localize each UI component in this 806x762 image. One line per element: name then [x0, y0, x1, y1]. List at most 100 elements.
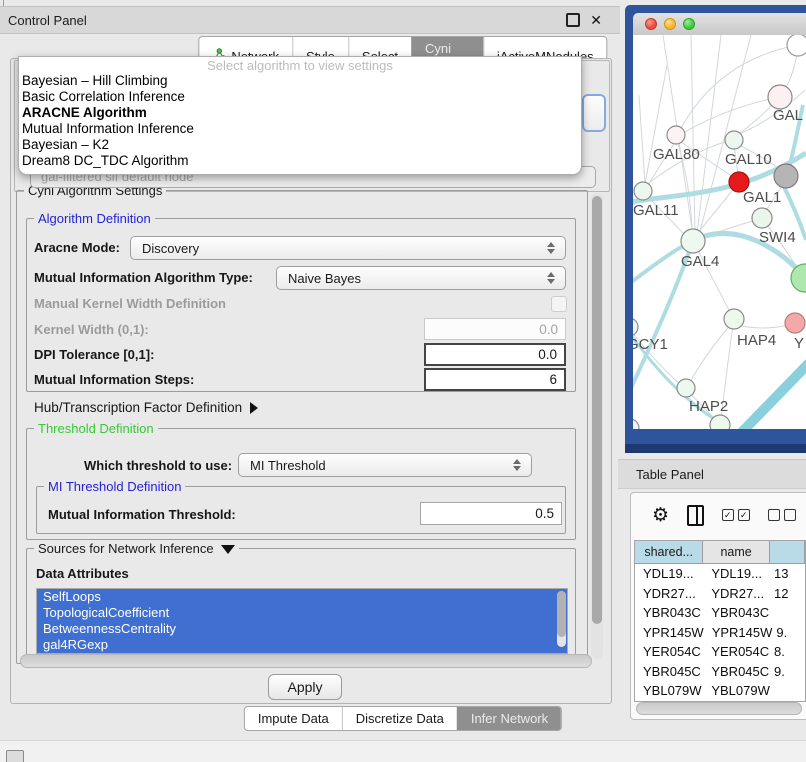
node-label-gal: GAL — [773, 107, 803, 124]
network-node-swi4[interactable] — [752, 208, 772, 228]
attribute-item-topologicalcoefficient[interactable]: TopologicalCoefficient — [37, 605, 567, 621]
network-node-gcy1[interactable] — [633, 318, 638, 336]
network-node-gal11[interactable] — [634, 182, 652, 200]
mi-type-combo[interactable]: Naive Bayes — [276, 266, 566, 290]
table-cell[interactable]: YBL079W — [635, 681, 703, 701]
table-row[interactable]: YDL19...YDL19...13 — [635, 564, 805, 584]
table-cell[interactable]: 9. — [772, 623, 805, 643]
sources-title-row[interactable]: Sources for Network Inference — [34, 541, 239, 556]
settings-scrollbar-thumb[interactable] — [592, 196, 602, 624]
column-header-col3[interactable] — [770, 541, 805, 563]
float-window-icon[interactable] — [566, 13, 580, 27]
table-row[interactable]: YDR27...YDR27...12 — [635, 584, 805, 604]
table-cell[interactable]: YER054C — [703, 642, 770, 662]
table-cell[interactable]: 8. — [770, 642, 805, 662]
table-cell[interactable] — [770, 603, 805, 623]
network-node-top-partial[interactable] — [787, 35, 806, 56]
network-edge[interactable] — [737, 325, 788, 328]
table-cell[interactable]: YER054C — [635, 642, 703, 662]
network-node-bottom-node[interactable] — [710, 415, 730, 429]
attr-list-scrollbar-thumb[interactable] — [557, 591, 566, 637]
table-row[interactable]: YBR043CYBR043C — [635, 603, 805, 623]
mi-threshold-value: 0.5 — [535, 506, 554, 521]
network-edge[interactable] — [691, 35, 695, 234]
network-window-titlebar[interactable] — [633, 13, 806, 36]
tab-discretize-data[interactable]: Discretize Data — [342, 707, 457, 730]
dpi-tolerance-field[interactable]: 0.0 — [424, 343, 566, 366]
select-all-columns-icon[interactable]: ✓ ✓ — [722, 509, 750, 521]
gear-icon[interactable]: ⚙ — [652, 504, 669, 527]
table-row[interactable]: YBR045CYBR045C9. — [635, 662, 805, 682]
network-node-gal-partial[interactable] — [768, 85, 792, 109]
network-edge[interactable] — [690, 324, 731, 382]
table-row[interactable]: YBL079WYBL079W — [635, 681, 805, 701]
algorithm-option-dream8-dc-tdc-algorithm[interactable]: Dream8 DC_TDC Algorithm — [19, 153, 581, 169]
network-node-gray-node[interactable] — [774, 164, 798, 188]
network-edge[interactable] — [697, 35, 721, 234]
table-cell[interactable]: YBR045C — [703, 662, 770, 682]
hub-section-toggle[interactable]: Hub/Transcription Factor Definition — [34, 400, 258, 415]
network-node-pink-right[interactable] — [785, 313, 805, 333]
network-edge[interactable] — [645, 65, 667, 184]
table-cell[interactable]: YBR045C — [635, 662, 703, 682]
zoom-button[interactable] — [683, 18, 695, 30]
close-button[interactable] — [645, 18, 657, 30]
focused-combo-fragment[interactable] — [582, 94, 606, 132]
column-header-shared[interactable]: shared... — [635, 541, 703, 563]
deselect-all-columns-icon[interactable] — [768, 509, 796, 521]
network-node-gal4[interactable] — [681, 229, 705, 253]
table-cell[interactable]: YBL079W — [703, 681, 770, 701]
network-canvas[interactable]: GALGAL80GAL10GAL1GAL11SWI4GAL4HAP4YGCY1H… — [633, 35, 806, 429]
network-node-bottom-left-node[interactable] — [633, 419, 639, 429]
table-row[interactable]: YPR145WYPR145W9. — [635, 623, 805, 643]
algorithm-option-aracne-algorithm[interactable]: ARACNE Algorithm — [19, 105, 581, 121]
settings-hscrollbar[interactable] — [20, 654, 592, 668]
network-edge[interactable] — [741, 363, 806, 429]
table-cell[interactable]: YDR27... — [635, 584, 703, 604]
attr-list-scrollbar[interactable] — [557, 591, 566, 647]
table-cell[interactable]: YBR043C — [703, 603, 770, 623]
network-node-gal10[interactable] — [725, 131, 743, 149]
which-threshold-combo[interactable]: MI Threshold — [238, 453, 532, 477]
node-label-gal11: GAL11 — [633, 202, 679, 219]
table-cell[interactable]: YPR145W — [704, 623, 773, 643]
apply-button[interactable]: Apply — [268, 674, 342, 700]
mi-threshold-definition-title: MI Threshold Definition — [44, 479, 185, 494]
column-header-name[interactable]: name — [703, 541, 770, 563]
tab-impute-data[interactable]: Impute Data — [245, 707, 342, 730]
minimize-button[interactable] — [664, 18, 676, 30]
table-cell[interactable]: YPR145W — [635, 623, 704, 643]
network-edge[interactable] — [639, 95, 645, 185]
mi-threshold-field[interactable]: 0.5 — [420, 502, 562, 525]
tab-infer-network[interactable]: Infer Network — [457, 707, 561, 730]
table-cell[interactable] — [770, 681, 805, 701]
network-node-hap2[interactable] — [677, 379, 695, 397]
mi-steps-field[interactable]: 6 — [424, 368, 566, 391]
table-cell[interactable]: 13 — [770, 564, 805, 584]
algorithm-option-basic-correlation-inference[interactable]: Basic Correlation Inference — [19, 89, 581, 105]
columns-icon[interactable] — [687, 505, 704, 526]
table-cell[interactable]: YDR27... — [703, 584, 770, 604]
network-node-gal80[interactable] — [667, 126, 685, 144]
close-icon[interactable]: ✕ — [590, 13, 602, 27]
table-cell[interactable]: YDL19... — [635, 564, 703, 584]
network-node-hap4[interactable] — [724, 309, 744, 329]
table-cell[interactable]: 9. — [770, 662, 805, 682]
minimized-panel-icon[interactable] — [6, 750, 24, 762]
attribute-item-selfloops[interactable]: SelfLoops — [37, 589, 567, 605]
settings-scrollbar[interactable] — [591, 193, 603, 659]
algorithm-option-bayesian-k2[interactable]: Bayesian – K2 — [19, 137, 581, 153]
table-cell[interactable]: YDL19... — [703, 564, 770, 584]
network-edge[interactable] — [683, 97, 780, 133]
algorithm-option-mutual-information-inference[interactable]: Mutual Information Inference — [19, 121, 581, 137]
algorithm-option-bayesian-hill-climbing[interactable]: Bayesian – Hill Climbing — [19, 73, 581, 89]
manual-kernel-checkbox[interactable] — [551, 296, 567, 312]
table-cell[interactable]: 12 — [770, 584, 805, 604]
attribute-item-betweennesscentrality[interactable]: BetweennessCentrality — [37, 621, 567, 637]
aracne-mode-combo[interactable]: Discovery — [130, 236, 566, 260]
kernel-width-field[interactable]: 0.0 — [424, 318, 566, 340]
attribute-item-gal4rgexp[interactable]: gal4RGexp — [37, 637, 567, 653]
table-cell[interactable]: YBR043C — [635, 603, 703, 623]
table-hscrollbar[interactable] — [636, 702, 802, 715]
table-row[interactable]: YER054CYER054C8. — [635, 642, 805, 662]
